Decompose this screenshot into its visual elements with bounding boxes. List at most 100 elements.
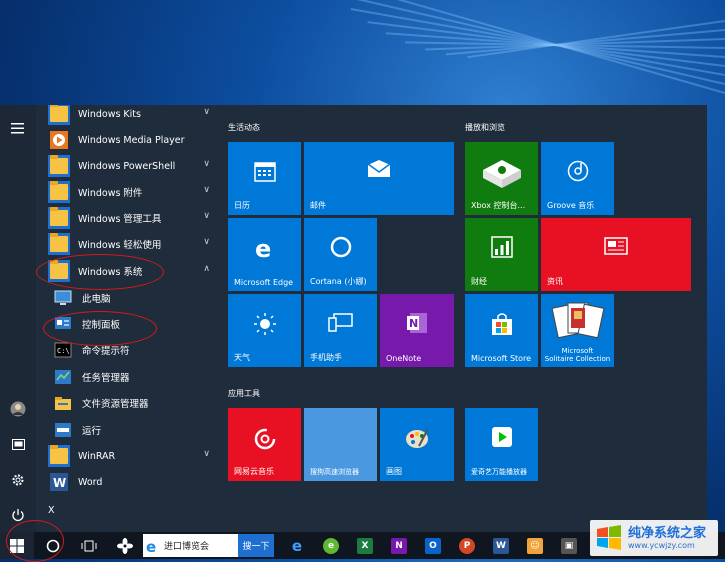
svg-text:e: e [146, 539, 156, 553]
tile-news[interactable]: 资讯 [541, 218, 691, 291]
tile-iqiyi-label: 爱奇艺万能播放器 [471, 468, 527, 476]
iqiyi-player-icon [491, 427, 512, 447]
svg-text:C:\: C:\ [57, 347, 70, 355]
section-letter-x[interactable]: X [44, 497, 216, 523]
group-title-tools: 应用工具 [228, 389, 260, 398]
app-icon-slot [48, 105, 70, 125]
taskbar-onenote[interactable]: N [388, 532, 410, 559]
cortana-icon [330, 236, 351, 258]
file-explorer-icon [55, 397, 71, 410]
search-button[interactable]: 搜一下 [238, 534, 274, 557]
tile-cortana-label: Cortana (小娜) [310, 277, 367, 286]
app-list-item[interactable]: Windows 管理工具 ∨ [44, 205, 216, 231]
app-list-label: Windows Media Player [78, 134, 185, 146]
sun-icon [253, 313, 276, 335]
app-list-label: 运行 [82, 426, 102, 437]
tile-phone[interactable]: 手机助手 [304, 294, 377, 367]
app-list-item[interactable]: 任务管理器 [44, 364, 216, 390]
cortana-search-button[interactable] [38, 532, 68, 559]
tile-mail-label: 邮件 [310, 201, 326, 210]
taskbar-store[interactable]: ▣ [558, 532, 580, 559]
tile-store[interactable]: Microsoft Store [465, 294, 538, 367]
tile-solitaire[interactable]: Microsoft Solitaire Collection [541, 294, 614, 367]
word-icon: W [493, 537, 509, 554]
taskbar-excel[interactable]: X [354, 532, 376, 559]
chart-icon [490, 236, 513, 258]
tile-sogou[interactable]: 搜狗高速浏览器 [304, 408, 377, 481]
taskbar-outlook[interactable]: O [422, 532, 444, 559]
taskbar-app[interactable]: ☺ [524, 532, 546, 559]
app-list-item[interactable]: 文件资源管理器 [44, 390, 216, 416]
cortana-ring-icon [46, 539, 60, 552]
user-account-button[interactable] [0, 394, 36, 424]
mail-icon [367, 160, 391, 177]
chevron-icon[interactable]: ∧ [203, 264, 210, 274]
app-icon-slot [52, 366, 74, 388]
folder-icon [50, 445, 68, 464]
cards-icon [551, 302, 604, 339]
app-list-item[interactable]: Windows 附件 ∨ [44, 179, 216, 205]
app-list-label: Word [78, 476, 103, 488]
folder-icon [50, 260, 68, 279]
tile-calendar[interactable]: 日历 [228, 142, 301, 215]
taskbar-edge[interactable]: e [286, 532, 308, 559]
app-list-item[interactable]: 运行 [44, 417, 216, 443]
tile-solitaire-label: Microsoft Solitaire Collection [544, 347, 611, 363]
taskbar-360[interactable]: e [320, 532, 342, 559]
tile-paint[interactable]: 画图 [380, 408, 454, 481]
folder-icon [50, 233, 68, 252]
start-menu-rail [0, 105, 36, 532]
search-input[interactable]: e 进口博览会 [143, 534, 238, 557]
taskbar-powerpoint[interactable]: P [456, 532, 478, 559]
tile-weather[interactable]: 天气 [228, 294, 301, 367]
tile-mail[interactable]: 邮件 [304, 142, 454, 215]
app-icon-slot: W [48, 471, 70, 493]
tile-netease[interactable]: 网易云音乐 [228, 408, 301, 481]
tile-groove[interactable]: Groove 音乐 [541, 142, 614, 215]
app-list: Windows Kits ∨ Windows Media Player Windows… [44, 105, 216, 532]
settings-button[interactable] [0, 465, 36, 495]
chevron-icon[interactable]: ∨ [203, 185, 210, 195]
app-list-item[interactable]: WinRAR ∨ [44, 443, 216, 469]
folder-icon [50, 105, 68, 122]
watermark-url: www.ycwjzy.com [628, 540, 695, 550]
svg-text:e: e [255, 236, 271, 260]
pictures-button[interactable] [0, 429, 36, 459]
app-list-item[interactable]: Windows 系统 ∧ [44, 258, 216, 284]
computer-icon [54, 290, 72, 305]
tile-finance[interactable]: 财经 [465, 218, 538, 291]
tile-edge[interactable]: e Microsoft Edge [228, 218, 301, 291]
fan-app-button[interactable] [110, 532, 140, 559]
app-list-item[interactable]: 此电脑 [44, 285, 216, 311]
app-list-item[interactable]: 控制面板 [44, 311, 216, 337]
chevron-icon[interactable]: ∨ [203, 211, 210, 221]
chevron-icon[interactable]: ∨ [203, 159, 210, 169]
svg-text:N: N [409, 317, 418, 330]
taskbar-word[interactable]: W [490, 532, 512, 559]
expand-menu-button[interactable] [0, 113, 36, 143]
app-icon-slot [52, 392, 74, 414]
app-list-item[interactable]: C:\ 命令提示符 [44, 337, 216, 363]
chevron-icon[interactable]: ∨ [203, 107, 210, 117]
tile-cortana[interactable]: Cortana (小娜) [304, 218, 377, 291]
app-list-item[interactable]: Windows Kits ∨ [44, 105, 216, 127]
app-icon-slot [48, 445, 70, 467]
tile-onenote-label: OneNote [386, 354, 422, 363]
power-button[interactable] [0, 500, 36, 530]
app-list-item[interactable]: W Word [44, 469, 216, 495]
app-list-label: 任务管理器 [82, 373, 130, 384]
tile-iqiyi[interactable]: 爱奇艺万能播放器 [465, 408, 538, 481]
onenote-icon: N [391, 537, 407, 554]
start-button[interactable] [0, 532, 34, 559]
app-icon: ☺ [527, 537, 543, 554]
tile-onenote[interactable]: N OneNote [380, 294, 454, 367]
app-list-item[interactable]: Windows 轻松使用 ∨ [44, 231, 216, 257]
chevron-icon[interactable]: ∨ [203, 237, 210, 247]
excel-icon: X [357, 537, 373, 554]
app-icon-slot [48, 181, 70, 203]
app-list-item[interactable]: Windows Media Player [44, 127, 216, 153]
app-list-item[interactable]: Windows PowerShell ∨ [44, 153, 216, 179]
tile-xbox[interactable]: Xbox 控制台... [465, 142, 538, 215]
task-view-button[interactable] [74, 532, 104, 559]
chevron-icon[interactable]: ∨ [203, 449, 210, 459]
